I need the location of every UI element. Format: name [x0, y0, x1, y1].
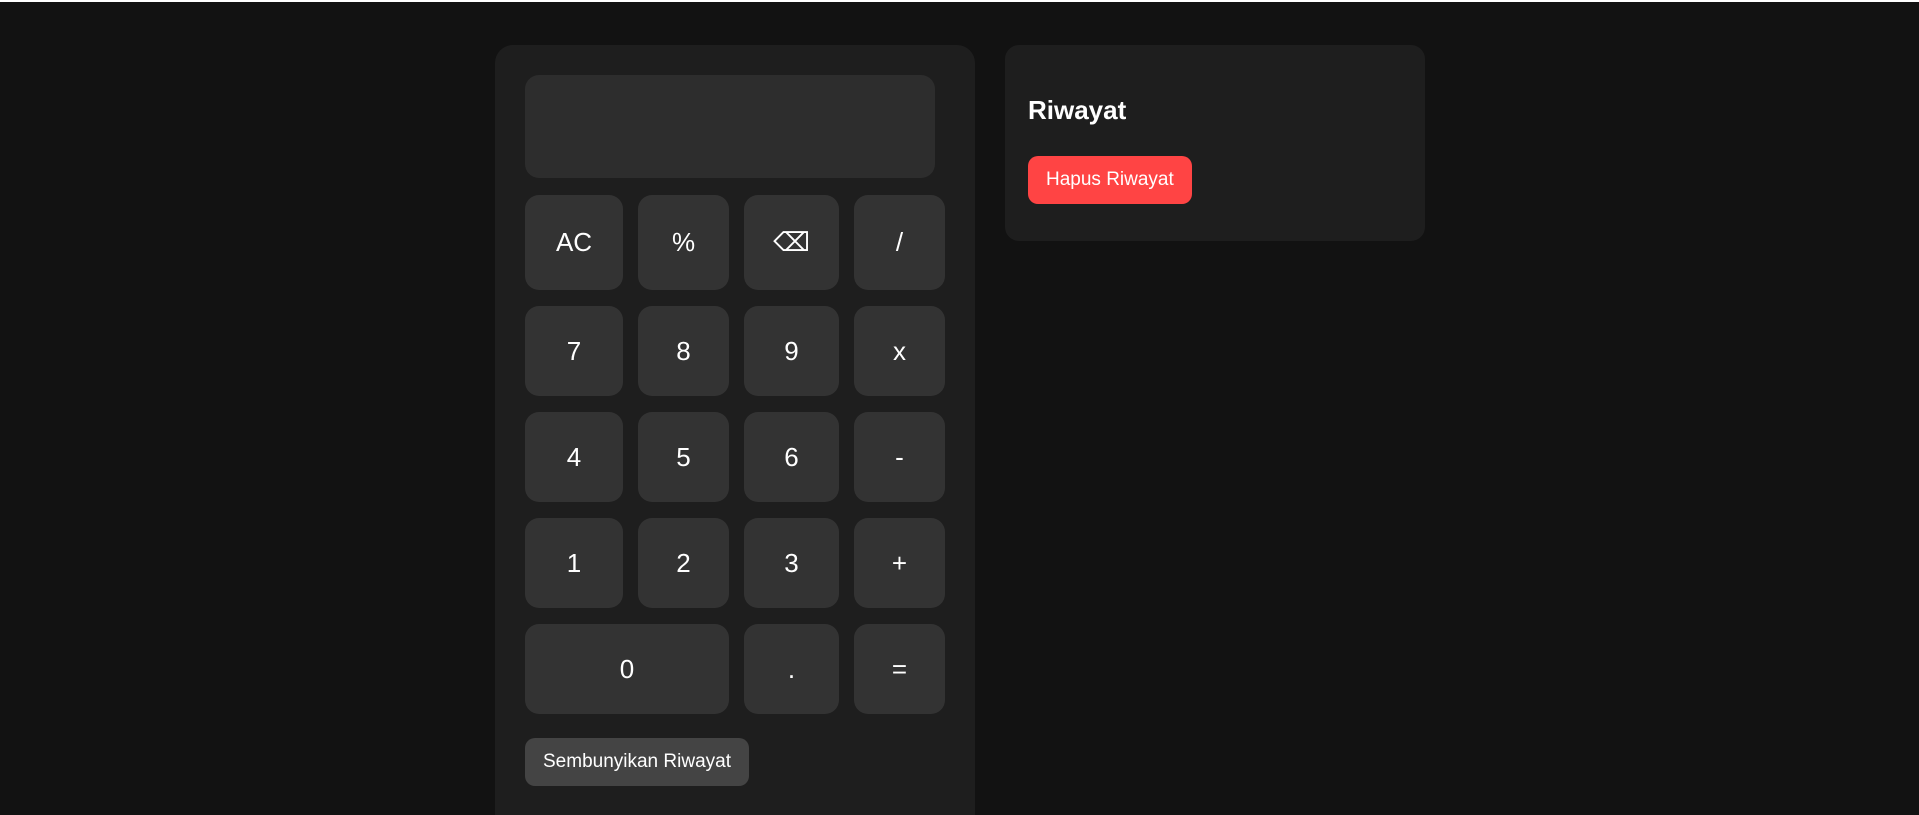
digit-1-button[interactable]: 1 — [525, 518, 623, 608]
digit-7-button[interactable]: 7 — [525, 306, 623, 396]
calculator-panel: AC % ⌫ / 7 8 9 x 4 5 6 - 1 2 3 + 0 . = S… — [495, 45, 975, 815]
multiply-button[interactable]: x — [854, 306, 945, 396]
digit-5-button[interactable]: 5 — [638, 412, 729, 502]
calculator-display — [525, 75, 935, 178]
history-panel: Riwayat Hapus Riwayat — [1005, 45, 1425, 241]
backspace-button[interactable]: ⌫ — [744, 195, 839, 290]
all-clear-button[interactable]: AC — [525, 195, 623, 290]
digit-8-button[interactable]: 8 — [638, 306, 729, 396]
history-title: Riwayat — [1028, 95, 1127, 125]
digit-2-button[interactable]: 2 — [638, 518, 729, 608]
digit-0-button[interactable]: 0 — [525, 624, 729, 714]
minus-button[interactable]: - — [854, 412, 945, 502]
top-border — [0, 0, 1919, 2]
digit-6-button[interactable]: 6 — [744, 412, 839, 502]
plus-button[interactable]: + — [854, 518, 945, 608]
digit-3-button[interactable]: 3 — [744, 518, 839, 608]
divide-button[interactable]: / — [854, 195, 945, 290]
digit-9-button[interactable]: 9 — [744, 306, 839, 396]
digit-4-button[interactable]: 4 — [525, 412, 623, 502]
clear-history-button[interactable]: Hapus Riwayat — [1028, 156, 1192, 204]
decimal-button[interactable]: . — [744, 624, 839, 714]
equals-button[interactable]: = — [854, 624, 945, 714]
percent-button[interactable]: % — [638, 195, 729, 290]
hide-history-button[interactable]: Sembunyikan Riwayat — [525, 738, 749, 786]
